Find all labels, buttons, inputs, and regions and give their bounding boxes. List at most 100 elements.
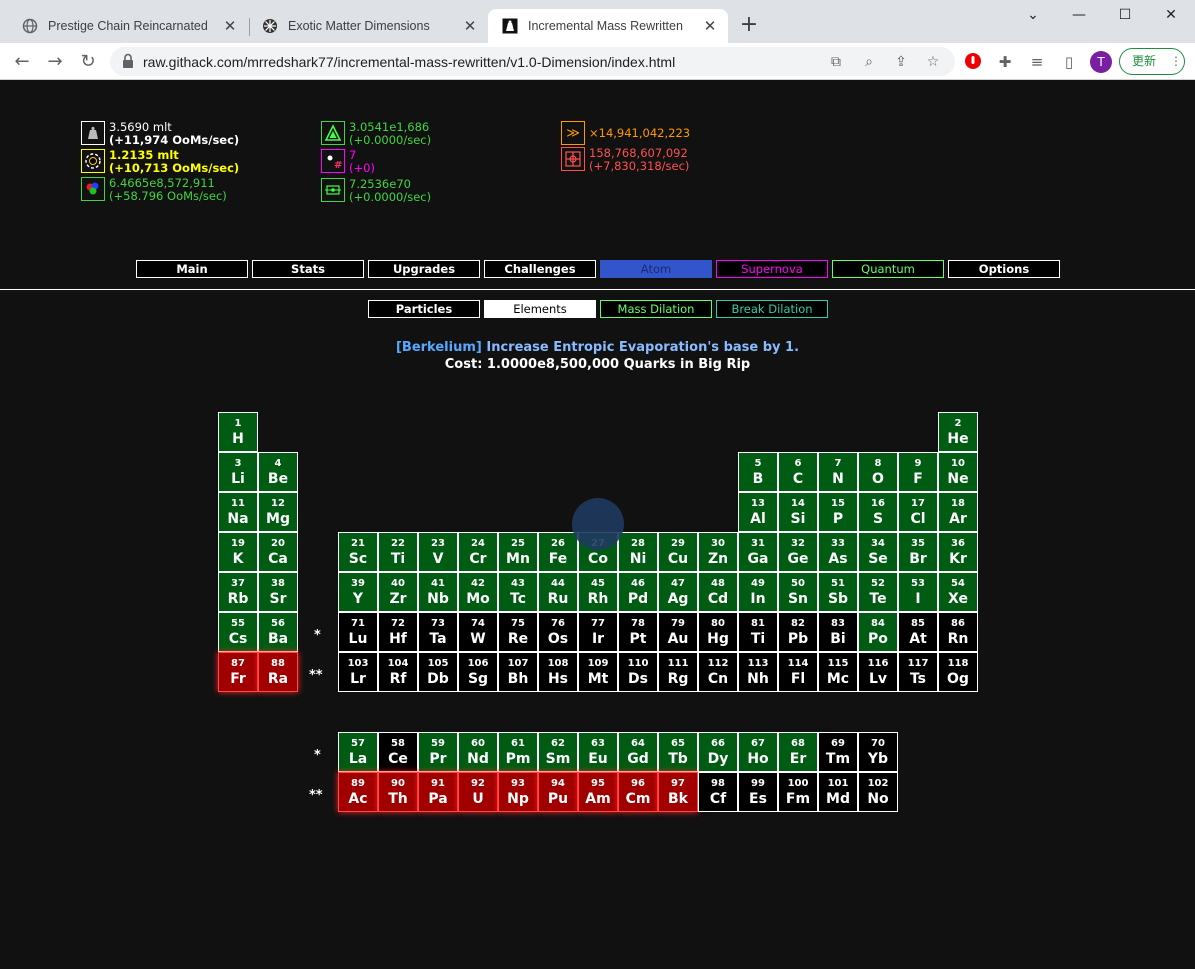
element-cu[interactable]: 29 Cu (658, 532, 698, 572)
element-sg[interactable]: 106 Sg (458, 652, 498, 692)
element-lv[interactable]: 116 Lv (858, 652, 898, 692)
element-ce[interactable]: 58 Ce (378, 732, 418, 772)
element-pa[interactable]: 91 Pa (418, 772, 458, 812)
element-pt[interactable]: 78 Pt (618, 612, 658, 652)
bookmark-star-icon[interactable]: ☆ (924, 53, 942, 71)
element-ts[interactable]: 117 Ts (898, 652, 938, 692)
element-ne[interactable]: 10 Ne (938, 452, 978, 492)
element-cn[interactable]: 112 Cn (698, 652, 738, 692)
element-kr[interactable]: 36 Kr (938, 532, 978, 572)
subtab-particles[interactable]: Particles (368, 300, 480, 318)
element-ar[interactable]: 18 Ar (938, 492, 978, 532)
element-tm[interactable]: 69 Tm (818, 732, 858, 772)
menu-dots-icon[interactable]: ⋮ (1170, 54, 1182, 68)
element-hf[interactable]: 72 Hf (378, 612, 418, 652)
close-icon[interactable]: ✕ (702, 17, 718, 35)
element-ca[interactable]: 20 Ca (258, 532, 298, 572)
tab-search-icon[interactable]: ⌄ (1010, 0, 1056, 30)
element-ir[interactable]: 77 Ir (578, 612, 618, 652)
element-db[interactable]: 105 Db (418, 652, 458, 692)
element-fl[interactable]: 114 Fl (778, 652, 818, 692)
element-w[interactable]: 74 W (458, 612, 498, 652)
element-md[interactable]: 101 Md (818, 772, 858, 812)
element-fe[interactable]: 26 Fe (538, 532, 578, 572)
element-he[interactable]: 2 He (938, 412, 978, 452)
element-pm[interactable]: 61 Pm (498, 732, 538, 772)
element-nh[interactable]: 113 Nh (738, 652, 778, 692)
element-i[interactable]: 53 I (898, 572, 938, 612)
element-b[interactable]: 5B (738, 452, 778, 492)
maximize-button[interactable]: ☐ (1102, 0, 1148, 30)
element-ti[interactable]: 81 Ti (738, 612, 778, 652)
element-pb[interactable]: 82 Pb (778, 612, 818, 652)
element-cr[interactable]: 24 Cr (458, 532, 498, 572)
element-c[interactable]: 6C (778, 452, 818, 492)
element-tc[interactable]: 43 Tc (498, 572, 538, 612)
element-yb[interactable]: 70 Yb (858, 732, 898, 772)
element-lu[interactable]: 71 Lu (338, 612, 378, 652)
close-icon[interactable]: ✕ (462, 17, 478, 35)
element-cm[interactable]: 96 Cm (618, 772, 658, 812)
element-sb[interactable]: 51 Sb (818, 572, 858, 612)
subtab-elements[interactable]: Elements (484, 300, 596, 318)
element-ag[interactable]: 47 Ag (658, 572, 698, 612)
element-rb[interactable]: 37 Rb (218, 572, 258, 612)
tab-quantum[interactable]: Quantum (832, 260, 944, 278)
element-hs[interactable]: 108 Hs (538, 652, 578, 692)
tab-stats[interactable]: Stats (252, 260, 364, 278)
reload-icon[interactable]: ↻ (75, 49, 101, 75)
element-at[interactable]: 85 At (898, 612, 938, 652)
element-pr[interactable]: 59 Pr (418, 732, 458, 772)
element-se[interactable]: 34 Se (858, 532, 898, 572)
element-ba[interactable]: 56 Ba (258, 612, 298, 652)
tab-atom[interactable]: Atom (600, 260, 712, 278)
browser-tab[interactable]: Prestige Chain Reincarnated ✕ (8, 9, 248, 43)
new-tab-button[interactable]: + (737, 13, 761, 37)
element-os[interactable]: 76 Os (538, 612, 578, 652)
tab-upgrades[interactable]: Upgrades (368, 260, 480, 278)
element-as[interactable]: 33 As (818, 532, 858, 572)
share-icon[interactable]: ⇪ (892, 53, 910, 71)
element-po[interactable]: 84 Po (858, 612, 898, 652)
element-s[interactable]: 16 S (858, 492, 898, 532)
element-ds[interactable]: 110 Ds (618, 652, 658, 692)
media-queue-icon[interactable]: ≡ (1027, 52, 1047, 72)
element-f[interactable]: 9F (898, 452, 938, 492)
element-mg[interactable]: 12 Mg (258, 492, 298, 532)
element-fr[interactable]: 87 Fr (218, 652, 258, 692)
translate-icon[interactable]: ⧉ (827, 53, 845, 71)
element-gd[interactable]: 64 Gd (618, 732, 658, 772)
element-si[interactable]: 14 Si (778, 492, 818, 532)
element-pd[interactable]: 46 Pd (618, 572, 658, 612)
element-cs[interactable]: 55 Cs (218, 612, 258, 652)
element-nd[interactable]: 60 Nd (458, 732, 498, 772)
element-mc[interactable]: 115 Mc (818, 652, 858, 692)
element-y[interactable]: 39 Y (338, 572, 378, 612)
element-tb[interactable]: 65 Tb (658, 732, 698, 772)
element-na[interactable]: 11 Na (218, 492, 258, 532)
element-rg[interactable]: 111 Rg (658, 652, 698, 692)
element-v[interactable]: 23 V (418, 532, 458, 572)
element-cf[interactable]: 98 Cf (698, 772, 738, 812)
back-arrow-icon[interactable]: ← (9, 49, 35, 75)
element-er[interactable]: 68 Er (778, 732, 818, 772)
element-mo[interactable]: 42 Mo (458, 572, 498, 612)
element-sc[interactable]: 21 Sc (338, 532, 378, 572)
element-bh[interactable]: 107 Bh (498, 652, 538, 692)
element-am[interactable]: 95 Am (578, 772, 618, 812)
tab-challenges[interactable]: Challenges (484, 260, 596, 278)
element-nb[interactable]: 41 Nb (418, 572, 458, 612)
element-o[interactable]: 8O (858, 452, 898, 492)
element-eu[interactable]: 63 Eu (578, 732, 618, 772)
tab-main[interactable]: Main (136, 260, 248, 278)
element-pu[interactable]: 94 Pu (538, 772, 578, 812)
element-ra[interactable]: 88 Ra (258, 652, 298, 692)
element-xe[interactable]: 54 Xe (938, 572, 978, 612)
element-mt[interactable]: 109 Mt (578, 652, 618, 692)
element-re[interactable]: 75 Re (498, 612, 538, 652)
close-window-button[interactable]: ✕ (1148, 0, 1194, 30)
element-th[interactable]: 90 Th (378, 772, 418, 812)
close-icon[interactable]: ✕ (222, 17, 238, 35)
element-k[interactable]: 19 K (218, 532, 258, 572)
address-bar[interactable]: raw.githack.com/mrredshark77/incremental… (110, 47, 955, 76)
